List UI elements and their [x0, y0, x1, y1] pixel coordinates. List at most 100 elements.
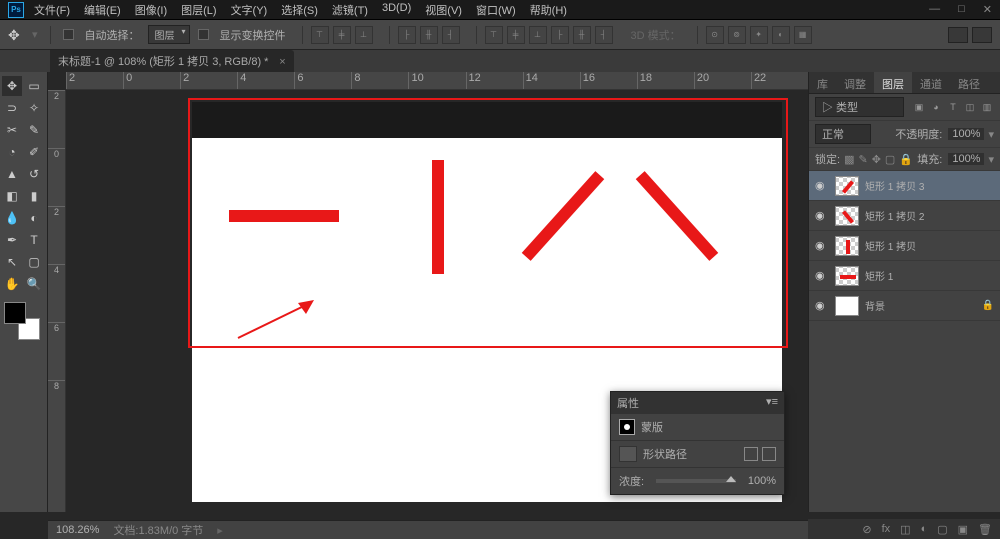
opacity-value[interactable]: 100%	[948, 128, 984, 140]
path-select-tool[interactable]: ↖	[2, 252, 22, 272]
properties-header[interactable]: 属性 ▾≡	[611, 392, 784, 414]
tab-paths[interactable]: 路径	[950, 72, 988, 93]
lock-all-icon[interactable]: 🔒	[899, 153, 913, 166]
blend-mode-dropdown[interactable]: 正常	[815, 124, 871, 144]
layer-mask-icon[interactable]: ◫	[900, 523, 910, 536]
fill-value[interactable]: 100%	[948, 153, 984, 165]
layer-thumbnail[interactable]	[835, 176, 859, 196]
adjustment-layer-icon[interactable]: ◐	[921, 523, 928, 535]
menu-select[interactable]: 选择(S)	[281, 2, 318, 18]
tab-adjust[interactable]: 调整	[836, 72, 874, 93]
3d-btn[interactable]: ⊚	[728, 26, 746, 44]
blur-tool[interactable]: 💧	[2, 208, 22, 228]
marquee-tool[interactable]: ▭	[24, 76, 44, 96]
align-btn[interactable]: ┤	[442, 26, 460, 44]
menu-file[interactable]: 文件(F)	[34, 2, 70, 18]
layer-row[interactable]: ◉ 背景 🔒	[809, 291, 1000, 321]
density-value[interactable]: 100%	[748, 475, 776, 487]
align-btn[interactable]: ⊤	[311, 26, 329, 44]
pen-tool[interactable]: ✒	[2, 230, 22, 250]
auto-select-target[interactable]: 图层	[148, 25, 190, 44]
layer-thumbnail[interactable]	[835, 296, 859, 316]
distribute-btn[interactable]: ├	[551, 26, 569, 44]
align-btn[interactable]: ╫	[420, 26, 438, 44]
tab-channels[interactable]: 通道	[912, 72, 950, 93]
lasso-tool[interactable]: ⊃	[2, 98, 22, 118]
close-icon[interactable]: ✕	[983, 3, 992, 16]
rectangle-tool[interactable]: ▢	[24, 252, 44, 272]
fg-color[interactable]	[4, 302, 26, 324]
zoom-readout[interactable]: 108.26%	[56, 524, 99, 536]
hand-tool[interactable]: ✋	[2, 274, 22, 294]
distribute-btn[interactable]: ┤	[595, 26, 613, 44]
close-tab-icon[interactable]: ×	[279, 56, 285, 68]
history-brush-tool[interactable]: ↺	[24, 164, 44, 184]
distribute-btn[interactable]: ⊤	[485, 26, 503, 44]
align-btn[interactable]: ⊥	[355, 26, 373, 44]
brush-tool[interactable]: ✐	[24, 142, 44, 162]
lock-transparent-icon[interactable]: ▩	[844, 153, 854, 166]
menu-3d[interactable]: 3D(D)	[382, 2, 411, 18]
density-slider[interactable]	[656, 479, 736, 483]
link-layers-icon[interactable]: ⊘	[862, 523, 871, 536]
minimize-icon[interactable]: —	[929, 3, 940, 16]
menu-image[interactable]: 图像(I)	[135, 2, 167, 18]
gradient-tool[interactable]: ▮	[24, 186, 44, 206]
show-transform-checkbox[interactable]	[198, 29, 209, 40]
menu-filter[interactable]: 滤镜(T)	[332, 2, 368, 18]
lock-position-icon[interactable]: ✥	[872, 153, 881, 166]
align-btn[interactable]: ╪	[333, 26, 351, 44]
visibility-icon[interactable]: ◉	[815, 239, 829, 253]
lock-pixels-icon[interactable]: ✎	[858, 153, 867, 166]
filter-smart-icon[interactable]: ▥	[980, 100, 994, 114]
dodge-tool[interactable]: ◐	[24, 208, 44, 228]
color-swatches[interactable]	[2, 302, 42, 342]
auto-select-checkbox[interactable]	[63, 29, 74, 40]
new-layer-icon[interactable]: ▣	[958, 523, 968, 536]
menu-help[interactable]: 帮助(H)	[530, 2, 567, 18]
tab-library[interactable]: 库	[809, 72, 836, 93]
spot-heal-tool[interactable]: ◔	[2, 142, 22, 162]
distribute-btn[interactable]: ⊥	[529, 26, 547, 44]
maximize-icon[interactable]: □	[958, 3, 965, 16]
3d-btn[interactable]: ◐	[772, 26, 790, 44]
menu-window[interactable]: 窗口(W)	[476, 2, 516, 18]
tool-preset-icon[interactable]	[8, 27, 24, 43]
3d-btn[interactable]: ⊙	[706, 26, 724, 44]
filter-pixel-icon[interactable]: ▣	[912, 100, 926, 114]
menu-text[interactable]: 文字(Y)	[231, 2, 268, 18]
panel-menu-icon[interactable]: ▾≡	[766, 395, 778, 411]
eraser-tool[interactable]: ◧	[2, 186, 22, 206]
layer-row[interactable]: ◉ 矩形 1 拷贝 3	[809, 171, 1000, 201]
crop-tool[interactable]: ✂	[2, 120, 22, 140]
delete-layer-icon[interactable]: 🗑	[978, 523, 992, 536]
document-tab[interactable]: 末标题-1 @ 108% (矩形 1 拷贝 3, RGB/8) * ×	[50, 50, 294, 72]
layer-row[interactable]: ◉ 矩形 1 拷贝 2	[809, 201, 1000, 231]
filter-adjust-icon[interactable]: ◕	[929, 100, 943, 114]
filter-shape-icon[interactable]: ◫	[963, 100, 977, 114]
menu-view[interactable]: 视图(V)	[425, 2, 462, 18]
visibility-icon[interactable]: ◉	[815, 209, 829, 223]
workspace-btn[interactable]	[948, 27, 968, 43]
layer-row[interactable]: ◉ 矩形 1 拷贝	[809, 231, 1000, 261]
lock-artboard-icon[interactable]: ▢	[885, 153, 895, 166]
visibility-icon[interactable]: ◉	[815, 179, 829, 193]
layer-style-icon[interactable]: fx	[882, 523, 891, 535]
magic-wand-tool[interactable]: ✧	[24, 98, 44, 118]
3d-btn[interactable]: ✦	[750, 26, 768, 44]
document-info[interactable]: 文档:1.83M/0 字节	[113, 522, 203, 538]
vector-mask-icon[interactable]	[762, 447, 776, 461]
workspace-btn[interactable]	[972, 27, 992, 43]
distribute-btn[interactable]: ╫	[573, 26, 591, 44]
visibility-icon[interactable]: ◉	[815, 299, 829, 313]
visibility-icon[interactable]: ◉	[815, 269, 829, 283]
align-btn[interactable]: ├	[398, 26, 416, 44]
layer-thumbnail[interactable]	[835, 206, 859, 226]
type-tool[interactable]: T	[24, 230, 44, 250]
pixel-mask-icon[interactable]	[744, 447, 758, 461]
eyedropper-tool[interactable]: ✎	[24, 120, 44, 140]
clone-tool[interactable]: ▲	[2, 164, 22, 184]
layer-thumbnail[interactable]	[835, 236, 859, 256]
properties-panel[interactable]: 属性 ▾≡ 蒙版 形状路径 浓度: 100%	[610, 391, 785, 495]
3d-btn[interactable]: ▦	[794, 26, 812, 44]
